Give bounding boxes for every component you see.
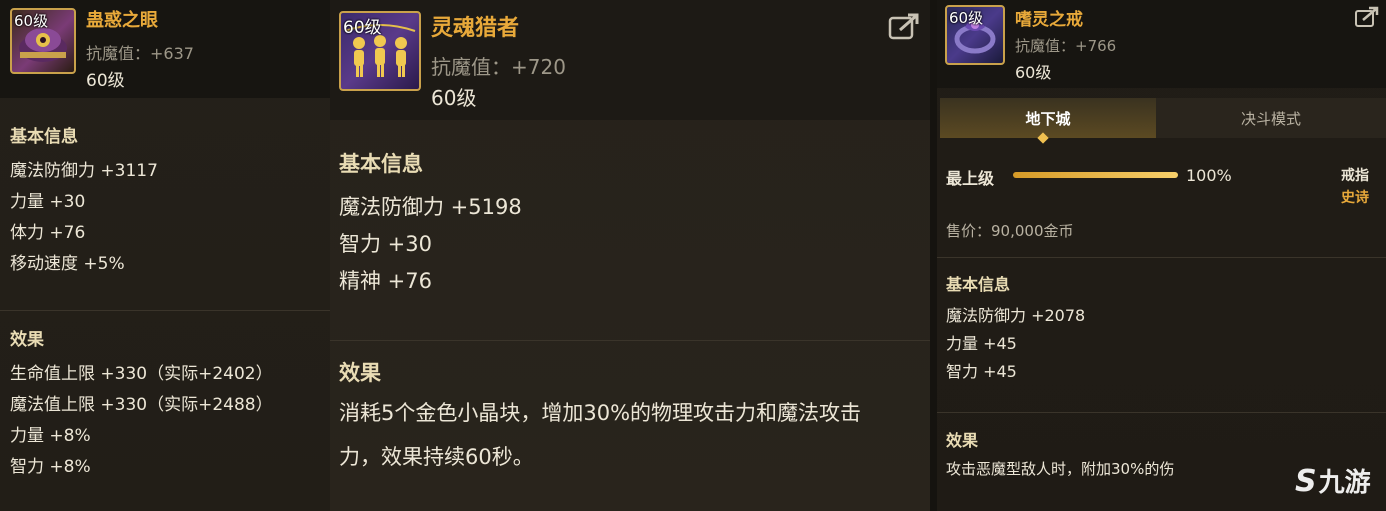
effect-line: 生命值上限 +330（实际+2402） (10, 364, 273, 384)
upgrade-percent: 100% (1186, 166, 1232, 185)
magic-resist: 抗魔值：+720 (431, 55, 566, 79)
stat-line: 精神 +76 (339, 269, 432, 293)
stat-line: 智力 +30 (339, 232, 432, 256)
panel-divider (930, 0, 937, 511)
item-icon-eye-helmet: 60级 (10, 8, 76, 74)
divider (0, 310, 330, 311)
basic-info-title: 基本信息 (10, 127, 78, 147)
item-tooltip-left: 60级 蛊惑之眼 抗魔值：+637 60级 基本信息 魔法防御力 +3117 力… (0, 0, 330, 511)
watermark-icon: S (1295, 464, 1317, 499)
level-tag: 60级 (14, 12, 49, 30)
item-level: 60级 (431, 86, 477, 110)
sell-price: 售价：90,000金币 (946, 222, 1074, 240)
effect-description: 消耗5个金色小晶块，增加30%的物理攻击力和魔法攻击 力，效果持续60秒。 (339, 391, 924, 479)
item-level: 60级 (1015, 63, 1052, 82)
effect-title: 效果 (10, 330, 44, 350)
effect-line: 攻击恶魔型敌人时，附加30%的伤 (946, 460, 1175, 478)
slot-type: 戒指 (1341, 168, 1369, 184)
basic-info-title: 基本信息 (946, 275, 1011, 294)
effect-line: 智力 +8% (10, 457, 91, 477)
item-icon-ring: 60级 (945, 5, 1005, 65)
basic-info-title: 基本信息 (339, 152, 423, 176)
stat-line: 魔法防御力 +3117 (10, 161, 158, 181)
item-name: 蛊惑之眼 (86, 10, 158, 31)
effect-line: 力，效果持续60秒。 (339, 445, 534, 469)
stat-line: 智力 +45 (946, 362, 1017, 381)
stat-line: 力量 +30 (10, 192, 86, 212)
divider (937, 257, 1386, 258)
effect-line: 消耗5个金色小晶块，增加30%的物理攻击力和魔法攻击 (339, 401, 862, 425)
stat-line: 魔法防御力 +5198 (339, 195, 522, 219)
item-header: 60级 蛊惑之眼 抗魔值：+637 60级 (0, 0, 330, 98)
effect-line: 力量 +8% (10, 426, 91, 446)
upgrade-progress-bar (1013, 172, 1178, 178)
magic-resist: 抗魔值：+637 (86, 44, 194, 63)
stat-line: 力量 +45 (946, 334, 1017, 353)
item-header: 60级 嗜灵之戒 抗魔值：+766 60级 (937, 0, 1386, 88)
item-name: 嗜灵之戒 (1015, 10, 1083, 30)
item-icon-soul-hunter: 60级 (339, 11, 421, 91)
item-compare-screen: 60级 蛊惑之眼 抗魔值：+637 60级 基本信息 魔法防御力 +3117 力… (0, 0, 1386, 511)
effect-title: 效果 (946, 431, 979, 450)
level-tag: 60级 (949, 9, 984, 27)
effect-line: 魔法值上限 +330（实际+2488） (10, 395, 273, 415)
effect-title: 效果 (339, 361, 381, 385)
watermark-logo: S九游 (1295, 462, 1371, 499)
level-tag: 60级 (343, 18, 382, 38)
item-tooltip-right: 60级 嗜灵之戒 抗魔值：+766 60级 地下城 决斗模式 最上级 100% … (937, 0, 1386, 511)
item-level: 60级 (86, 71, 125, 91)
magic-resist: 抗魔值：+766 (1015, 37, 1117, 55)
stat-line: 体力 +76 (10, 223, 86, 243)
item-name: 灵魂猎者 (431, 16, 520, 41)
share-icon[interactable] (888, 12, 920, 44)
tab-pvp[interactable]: 决斗模式 (1156, 98, 1386, 138)
upgrade-progress-fill (1013, 172, 1178, 178)
share-icon[interactable] (1354, 6, 1380, 32)
stat-line: 魔法防御力 +2078 (946, 306, 1086, 325)
divider (330, 340, 930, 341)
watermark-text: 九游 (1318, 468, 1371, 498)
rarity-label: 史诗 (1341, 190, 1369, 206)
divider (937, 412, 1386, 413)
item-header: 60级 灵魂猎者 抗魔值：+720 60级 (330, 0, 930, 120)
item-tooltip-middle: 60级 灵魂猎者 抗魔值：+720 60级 基本信息 魔法防御力 +5198 智… (330, 0, 930, 511)
stat-line: 移动速度 +5% (10, 254, 125, 274)
upgrade-label: 最上级 (946, 169, 995, 188)
tab-dungeon[interactable]: 地下城 (940, 98, 1156, 138)
